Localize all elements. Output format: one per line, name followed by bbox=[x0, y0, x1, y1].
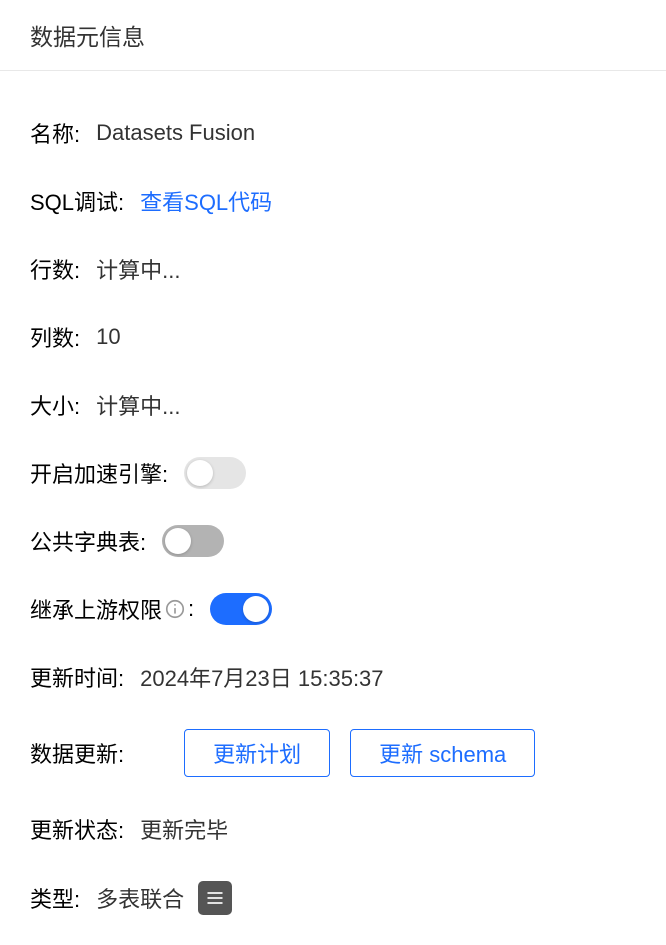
label-sql-debug: SQL调试: bbox=[30, 185, 124, 217]
value-type: 多表联合 bbox=[96, 882, 184, 914]
toggle-public-dict[interactable] bbox=[162, 525, 224, 557]
label-public-dict: 公共字典表: bbox=[30, 525, 146, 557]
value-name: Datasets Fusion bbox=[96, 120, 255, 146]
multi-table-icon bbox=[198, 881, 232, 915]
row-name: 名称: Datasets Fusion bbox=[30, 117, 636, 149]
buttons-group: 更新计划 更新 schema bbox=[184, 729, 535, 777]
label-inherit-perm: 继承上游权限 : bbox=[30, 593, 194, 625]
label-rows: 行数: bbox=[30, 253, 80, 285]
info-circle-icon[interactable] bbox=[164, 598, 186, 620]
toggle-knob bbox=[187, 460, 213, 486]
toggle-accel-engine[interactable] bbox=[184, 457, 246, 489]
row-sql-debug: SQL调试: 查看SQL代码 bbox=[30, 185, 636, 217]
row-public-dict: 公共字典表: bbox=[30, 525, 636, 557]
toggle-knob bbox=[243, 596, 269, 622]
value-rows: 计算中... bbox=[96, 253, 180, 285]
row-type: 类型: 多表联合 bbox=[30, 881, 636, 915]
label-accel-engine: 开启加速引擎: bbox=[30, 457, 168, 489]
row-size: 大小: 计算中... bbox=[30, 389, 636, 421]
link-view-sql[interactable]: 查看SQL代码 bbox=[140, 185, 272, 217]
value-size: 计算中... bbox=[96, 389, 180, 421]
label-update-time: 更新时间: bbox=[30, 661, 124, 693]
value-cols: 10 bbox=[96, 324, 120, 350]
row-rows: 行数: 计算中... bbox=[30, 253, 636, 285]
label-update-status: 更新状态: bbox=[30, 813, 124, 845]
label-inherit-perm-colon: : bbox=[188, 596, 194, 622]
update-plan-button[interactable]: 更新计划 bbox=[184, 729, 330, 777]
row-data-update: 数据更新: 更新计划 更新 schema bbox=[30, 729, 636, 777]
value-update-status: 更新完毕 bbox=[140, 813, 228, 845]
row-update-time: 更新时间: 2024年7月23日 15:35:37 bbox=[30, 661, 636, 693]
row-update-status: 更新状态: 更新完毕 bbox=[30, 813, 636, 845]
panel-title: 数据元信息 bbox=[0, 0, 666, 71]
row-accel-engine: 开启加速引擎: bbox=[30, 457, 636, 489]
value-update-time: 2024年7月23日 15:35:37 bbox=[140, 661, 383, 693]
toggle-knob bbox=[165, 528, 191, 554]
update-schema-button[interactable]: 更新 schema bbox=[350, 729, 535, 777]
label-name: 名称: bbox=[30, 117, 80, 149]
label-type: 类型: bbox=[30, 882, 80, 914]
label-data-update: 数据更新: bbox=[30, 737, 124, 769]
panel-body: 名称: Datasets Fusion SQL调试: 查看SQL代码 行数: 计… bbox=[0, 71, 666, 945]
label-inherit-perm-text: 继承上游权限 bbox=[30, 593, 162, 625]
row-cols: 列数: 10 bbox=[30, 321, 636, 353]
toggle-inherit-perm[interactable] bbox=[210, 593, 272, 625]
row-inherit-perm: 继承上游权限 : bbox=[30, 593, 636, 625]
label-cols: 列数: bbox=[30, 321, 80, 353]
label-size: 大小: bbox=[30, 389, 80, 421]
